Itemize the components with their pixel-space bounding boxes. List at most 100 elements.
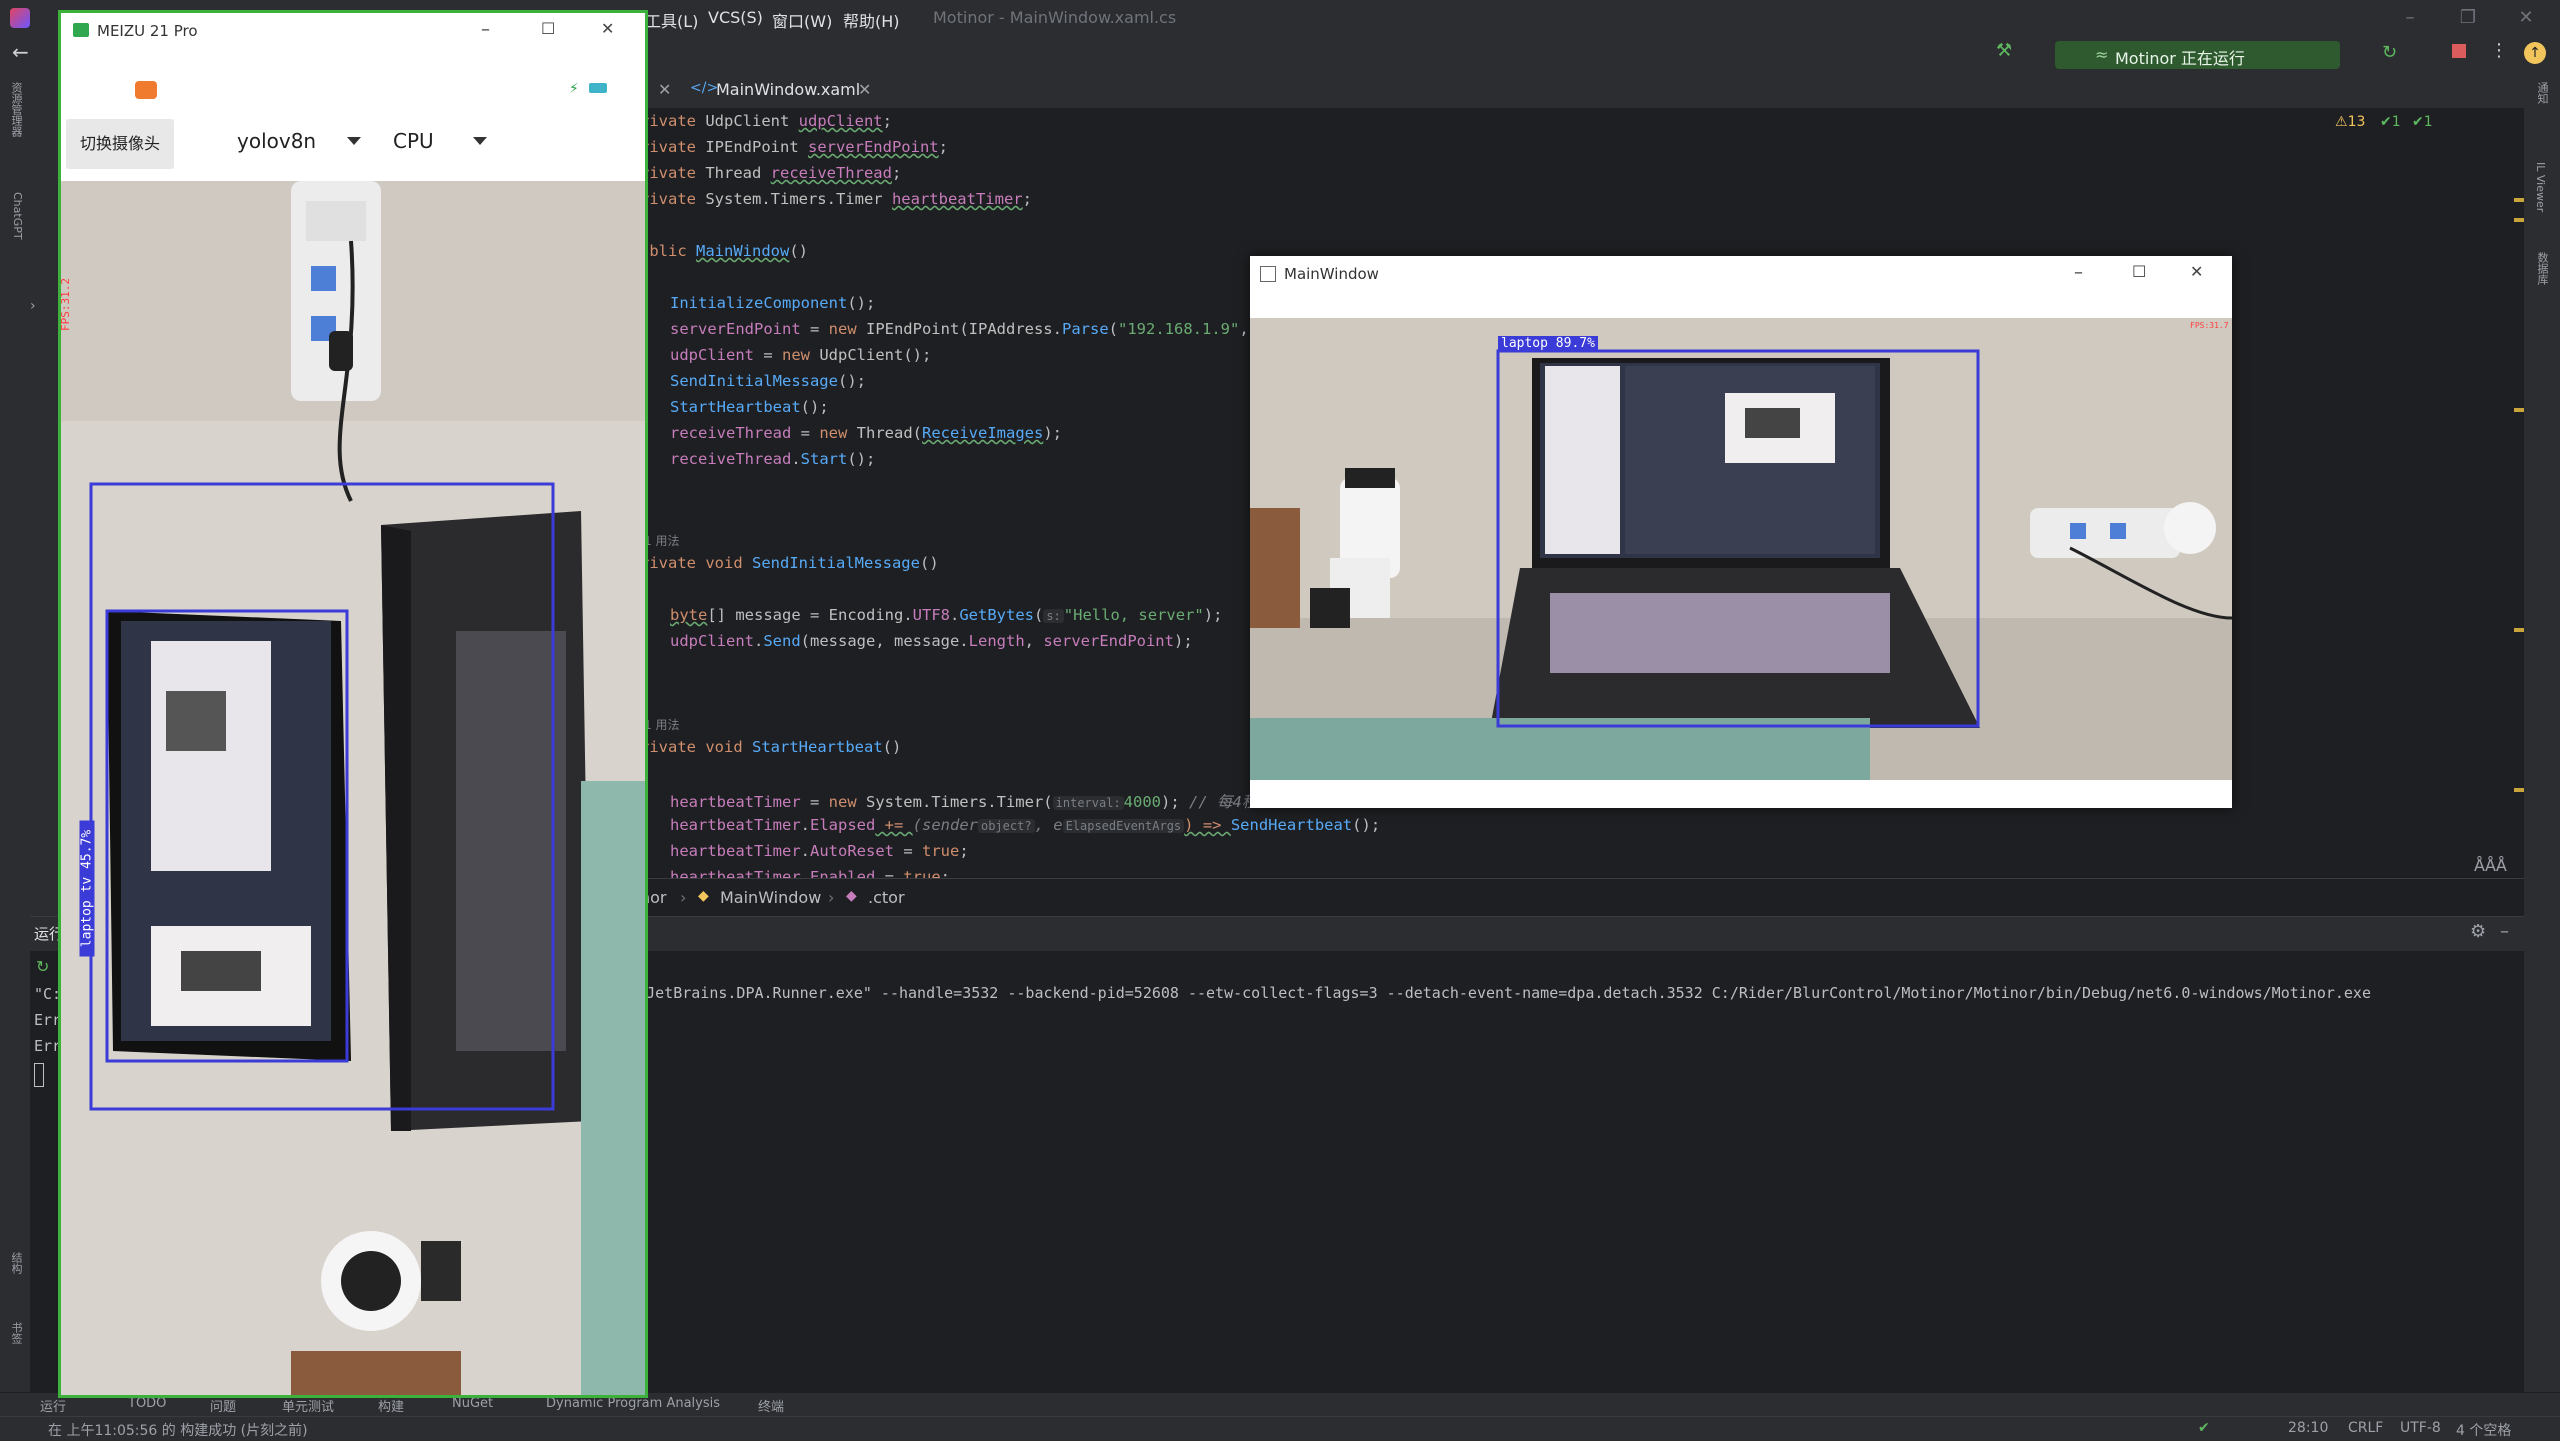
code-line: rivate IPEndPoint serverEndPoint;	[640, 138, 948, 156]
right-tool-stripe: 通知 IL Viewer 数据库	[2524, 72, 2560, 1402]
model-select[interactable]: yolov8n	[237, 129, 316, 153]
indent-setting[interactable]: 4 个空格	[2456, 1420, 2511, 1440]
tool-nuget[interactable]: NuGet	[452, 1396, 493, 1411]
gear-icon[interactable]: ⚙	[2470, 921, 2486, 942]
video-scene: FPS:31.7	[1250, 318, 2232, 780]
code-line: udpClient = new UdpClient();	[670, 346, 932, 364]
camera-scene: FPS:31.2	[61, 181, 645, 1395]
console-output[interactable]: les\JetBrains.DPA.Runner.exe" --handle=3…	[610, 984, 2371, 1002]
file-encoding[interactable]: UTF-8	[2400, 1420, 2441, 1436]
tab-close-icon[interactable]: ✕	[858, 80, 871, 99]
phone-mirror-window: MEIZU 21 Pro – ☐ ✕ ⚡ 切换摄像头 yolov8n CPU F…	[58, 10, 648, 1398]
minimize-button[interactable]: –	[481, 19, 490, 40]
minimize-button[interactable]: –	[2074, 262, 2083, 283]
chevron-down-icon[interactable]	[473, 137, 487, 145]
update-icon[interactable]: ↑	[2524, 42, 2546, 64]
left-tool-stripe: 资源管理器 ChatGPT 结构 书签	[0, 72, 30, 1402]
code-line: byte[] message = Encoding.UTF8.GetBytes(…	[670, 606, 1223, 624]
ide-restore-button[interactable]: ❐	[2448, 4, 2488, 32]
code-line: StartHeartbeat();	[670, 398, 829, 416]
flash-icon[interactable]: ⚡	[569, 81, 579, 97]
scroll-marker[interactable]	[2514, 628, 2524, 632]
usages-hint[interactable]: 1 用法	[644, 532, 679, 549]
tool-dpa[interactable]: Dynamic Program Analysis	[546, 1396, 720, 1411]
inspection-ok[interactable]: ✔1	[2380, 114, 2401, 130]
tool-problems[interactable]: 问题	[210, 1396, 236, 1415]
tool-build[interactable]: 构建	[378, 1396, 404, 1415]
menu-window[interactable]: 窗口(W)	[772, 8, 832, 32]
status-bar: 在 上午11:05:56 的 构建成功 (片刻之前) ✔ 28:10 CRLF …	[0, 1416, 2560, 1441]
breadcrumb-class[interactable]: MainWindow	[720, 888, 821, 907]
scroll-marker[interactable]	[2514, 198, 2524, 202]
scroll-marker[interactable]	[2514, 788, 2524, 792]
rerun-icon[interactable]: ↻	[36, 957, 49, 976]
back-arrow-icon[interactable]: ←	[12, 40, 29, 64]
tool-explorer[interactable]: 资源管理器	[6, 82, 24, 137]
run-config-label: Motinor 正在运行	[2115, 49, 2245, 68]
status-message[interactable]: 在 上午11:05:56 的 构建成功 (片刻之前)	[48, 1420, 308, 1440]
code-line: rivate Thread receiveThread;	[640, 164, 902, 182]
console-cursor[interactable]	[34, 1063, 44, 1087]
code-line: rivate System.Timers.Timer heartbeatTime…	[640, 190, 1032, 208]
more-menu-icon[interactable]: ⋮	[2490, 40, 2508, 61]
minimize-panel-icon[interactable]: –	[2500, 921, 2509, 942]
code-line: udpClient.Send(message, message.Length, …	[670, 632, 1193, 650]
code-line: ublic MainWindow()	[640, 242, 808, 260]
menu-tools[interactable]: 工具(L)	[645, 8, 698, 32]
maximize-button[interactable]: ☐	[2132, 262, 2146, 281]
inspection-checks[interactable]: ✔1	[2412, 114, 2433, 130]
ide-minimize-button[interactable]: –	[2390, 4, 2430, 32]
phone-screen: ⚡ 切换摄像头 yolov8n CPU FPS:31.2 laptop tv 4…	[61, 49, 645, 1395]
tool-database[interactable]: 数据库	[2534, 252, 2550, 285]
code-line: SendInitialMessage();	[670, 372, 866, 390]
tool-structure[interactable]: 结构	[6, 1252, 24, 1274]
check-circle-icon[interactable]: ✔	[2198, 1420, 2210, 1436]
run-configuration[interactable]: ≈ Motinor 正在运行	[2055, 41, 2340, 69]
run-config-icon: ≈	[2095, 45, 2109, 64]
tool-bookmarks[interactable]: 书签	[6, 1322, 24, 1344]
scroll-marker[interactable]	[2514, 408, 2524, 412]
tab-mainwindow-xaml[interactable]: MainWindow.xaml	[716, 80, 860, 99]
tool-notifications[interactable]: 通知	[2534, 82, 2550, 104]
inspection-warnings[interactable]: ⚠13	[2335, 114, 2365, 130]
detection-label: laptop 89.7%	[1498, 336, 1598, 351]
warnings-count: 13	[2347, 114, 2366, 130]
tool-terminal[interactable]: 终端	[758, 1396, 784, 1415]
expand-arrow-icon[interactable]: ›	[30, 298, 36, 314]
fps-readout: FPS:31.2	[61, 278, 72, 331]
camera-app-icon[interactable]	[135, 81, 157, 99]
device-select[interactable]: CPU	[393, 129, 434, 153]
tool-il-viewer[interactable]: IL Viewer	[2534, 162, 2547, 212]
tool-unit-tests[interactable]: 单元测试	[282, 1396, 334, 1415]
ide-window-title: Motinor - MainWindow.xaml.cs	[933, 8, 1177, 27]
usages-hint[interactable]: 1 用法	[644, 716, 679, 733]
main-window: MainWindow – ☐ ✕ FPS:31.7 laptop 89.7%	[1250, 256, 2232, 808]
code-line: heartbeatTimer.AutoReset = true;	[670, 842, 969, 860]
tab-close-icon[interactable]: ✕	[658, 80, 671, 99]
rerun-icon[interactable]: ↻	[2382, 42, 2397, 63]
switch-camera-button[interactable]: 切换摄像头	[66, 119, 174, 169]
menu-help[interactable]: 帮助(H)	[843, 8, 900, 32]
class-icon: ◆	[698, 888, 709, 904]
phone-window-title-bar: MEIZU 21 Pro – ☐ ✕	[61, 13, 645, 49]
stop-icon[interactable]	[2452, 44, 2466, 58]
chevron-down-icon[interactable]	[347, 137, 361, 145]
code-line: receiveThread = new Thread(ReceiveImages…	[670, 424, 1062, 442]
caret-position[interactable]: 28:10	[2288, 1420, 2328, 1436]
rider-logo-icon[interactable]	[10, 8, 30, 28]
ide-close-button[interactable]: ✕	[2506, 4, 2546, 32]
tool-run[interactable]: 运行	[40, 1396, 66, 1415]
close-button[interactable]: ✕	[2190, 262, 2203, 281]
close-button[interactable]: ✕	[601, 19, 614, 38]
scroll-marker[interactable]	[2514, 218, 2524, 222]
menu-vcs[interactable]: VCS(S)	[708, 8, 763, 27]
battery-icon	[589, 83, 607, 93]
build-hammer-icon[interactable]: ⚒	[1996, 40, 2012, 61]
line-separator[interactable]: CRLF	[2348, 1420, 2383, 1436]
reader-mode-icon[interactable]: ÅÅÅ	[2474, 856, 2507, 875]
tool-todo[interactable]: TODO	[128, 1396, 166, 1411]
breadcrumb-method[interactable]: .ctor	[868, 888, 905, 907]
maximize-button[interactable]: ☐	[541, 19, 555, 38]
tool-chatgpt[interactable]: ChatGPT	[6, 192, 24, 240]
code-line: heartbeatTimer = new System.Timers.Timer…	[670, 793, 1289, 811]
